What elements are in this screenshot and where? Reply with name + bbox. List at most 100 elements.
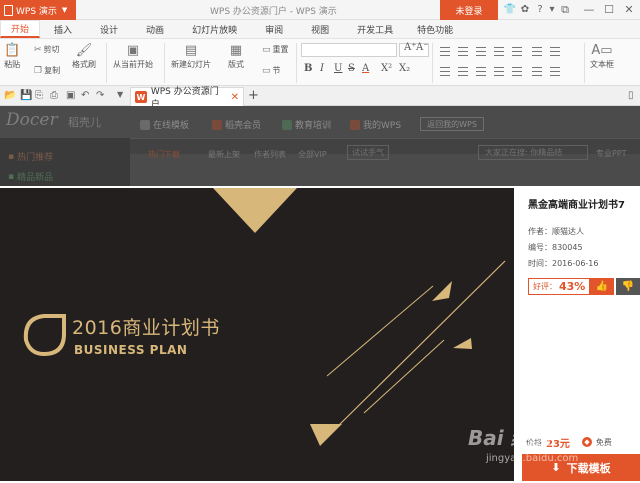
minimize-icon[interactable]: — [580, 2, 598, 17]
nav-online-templates[interactable]: 在线模板 [140, 118, 189, 131]
close-tab-icon[interactable]: ✕ [231, 92, 239, 103]
nav-label: 稻壳会员 [225, 121, 262, 131]
format-painter-button[interactable]: 🖌 格式刷 [72, 43, 96, 70]
help-icon[interactable]: ? [534, 3, 546, 16]
tab-slideshow[interactable]: 幻灯片放映 [178, 20, 251, 38]
subnav-authors[interactable]: 作者列表 [254, 149, 286, 160]
distribute-icon[interactable] [512, 67, 522, 76]
line-spacing-icon[interactable] [512, 47, 522, 56]
copy-label: 复制 [44, 66, 61, 75]
export-pdf-icon[interactable]: ⎘ [35, 90, 43, 101]
rating-badge: 好评： 43% [528, 278, 590, 295]
section-icon: ▭ [262, 65, 271, 76]
professional-ppt-link[interactable]: 专业PPT [596, 148, 627, 159]
bold-button[interactable]: B [304, 63, 312, 74]
copy-button[interactable]: ❐ 复制 [34, 65, 60, 76]
undo-icon[interactable]: ↶ [81, 90, 89, 101]
section-button[interactable]: ▭ 节 [262, 65, 281, 76]
cut-button[interactable]: ✂ 剪切 [34, 44, 60, 55]
chevron-down-icon: ▼ [61, 6, 68, 14]
italic-button[interactable]: I [320, 63, 324, 74]
document-tab[interactable]: W WPS 办公资源门户 ✕ [130, 87, 244, 110]
layout-button[interactable]: ▦ 版式 [228, 43, 244, 70]
font-family-select[interactable] [301, 43, 397, 57]
decrease-indent-icon[interactable] [476, 47, 486, 56]
new-tab-icon[interactable]: + [248, 88, 259, 103]
watermark-url: jingyan.baidu.com [486, 453, 579, 464]
thumbs-up-icon[interactable]: 👍 [590, 278, 614, 295]
app-menu-button[interactable]: WPS 演示 ▼ [0, 0, 76, 20]
maximize-icon[interactable]: ☐ [600, 2, 618, 17]
format-painter-label: 格式刷 [72, 60, 96, 69]
tab-animation[interactable]: 动画 [132, 20, 178, 38]
redo-icon[interactable]: ↷ [96, 90, 104, 101]
docer-logo-cn: 稻壳儿 [68, 116, 101, 129]
align-right-icon[interactable] [476, 67, 486, 76]
tab-design[interactable]: 设计 [86, 20, 132, 38]
shirt-icon[interactable]: 👕 [504, 3, 516, 16]
tab-home[interactable]: 开始 [0, 20, 41, 38]
tab-special-features[interactable]: 特色功能 [407, 20, 463, 38]
play-from-current-button[interactable]: ▣ 从当前开始 [113, 43, 153, 70]
gold-line [334, 260, 506, 430]
skin-icon[interactable]: ✿ [519, 3, 531, 16]
ribbon-tabs: 开始 插入 设计 动画 幻灯片放映 审阅 视图 开发工具 特色功能 [0, 20, 640, 39]
education-icon [282, 119, 292, 130]
paste-button[interactable]: 📋 粘贴 [4, 43, 20, 70]
nav-my-wps[interactable]: 我的WPS [350, 118, 401, 131]
justify-icon[interactable] [494, 67, 504, 76]
bullet-list-icon[interactable] [440, 47, 450, 56]
print-icon[interactable]: ⎙ [50, 90, 58, 101]
play-from-current-label: 从当前开始 [113, 60, 153, 69]
increase-indent-icon[interactable] [494, 47, 504, 56]
align-top-icon[interactable] [532, 67, 542, 76]
preview-icon[interactable]: ▣ [66, 90, 75, 101]
text-box-button[interactable]: A▭ 文本框 [590, 43, 614, 70]
subscript-button[interactable]: X₂ [399, 63, 410, 74]
text-box-icon: A▭ [591, 43, 613, 58]
subnav-newest[interactable]: 最新上架 [208, 149, 240, 160]
align-center-icon[interactable] [458, 67, 468, 76]
template-author: 作者：顺猫达人 [528, 227, 584, 236]
search-input[interactable]: 大家正在搜: 你精品结 [478, 145, 588, 160]
font-color-button[interactable]: A [362, 63, 369, 74]
chevron-down-icon[interactable]: ▼ [117, 90, 123, 99]
sidebar-toggle-icon[interactable]: ▯ [628, 90, 634, 101]
columns-icon[interactable] [550, 47, 560, 56]
window-restore-icon[interactable]: ⧉ [556, 2, 574, 17]
lucky-search-button[interactable]: 试试手气 [347, 145, 389, 160]
tab-insert[interactable]: 插入 [40, 20, 86, 38]
strikethrough-button[interactable]: S [348, 63, 355, 74]
sidebar-item-hot[interactable]: ▪ 热门推荐 [8, 150, 53, 164]
nav-docer-member[interactable]: 稻壳会员 [212, 118, 261, 131]
superscript-button[interactable]: X² [381, 63, 392, 74]
sidebar-item-new[interactable]: ▪ 精品新品 [8, 170, 53, 184]
window-title: WPS 办公资源门户 - WPS 演示 [210, 7, 337, 17]
new-slide-button[interactable]: ▤ 新建幻灯片 [171, 43, 211, 70]
return-my-wps-button[interactable]: 返回我的WPS [420, 117, 484, 131]
subnav-hot-downloads[interactable]: 热门下载 [148, 149, 180, 160]
nav-education[interactable]: 教育培训 [282, 118, 331, 131]
tab-view[interactable]: 视图 [297, 20, 343, 38]
reset-button[interactable]: ▭ 重置 [262, 44, 289, 55]
subnav-all-vip[interactable]: 全部VIP [298, 149, 327, 160]
save-icon[interactable]: 💾 [20, 90, 32, 101]
fire-icon: ▪ [8, 151, 15, 162]
wps-doc-icon: W [135, 91, 147, 103]
underline-button[interactable]: U [334, 63, 342, 74]
text-direction-icon[interactable] [532, 47, 542, 56]
copy-icon: ❐ [34, 65, 43, 76]
login-button[interactable]: 未登录 [440, 0, 498, 20]
tab-developer[interactable]: 开发工具 [343, 20, 407, 38]
business-plan-logo-icon [23, 314, 66, 357]
decrease-font-icon[interactable]: A⁻ [416, 42, 429, 53]
align-left-icon[interactable] [440, 67, 450, 76]
close-icon[interactable]: ✕ [620, 2, 638, 17]
thumbs-down-icon[interactable]: 👎 [616, 278, 640, 295]
divider [432, 43, 433, 83]
numbered-list-icon[interactable] [458, 47, 468, 56]
tab-review[interactable]: 审阅 [251, 20, 297, 38]
open-folder-icon[interactable]: 📂 [4, 90, 16, 101]
increase-font-icon[interactable]: A⁺ [404, 42, 417, 53]
align-middle-icon[interactable] [550, 67, 560, 76]
